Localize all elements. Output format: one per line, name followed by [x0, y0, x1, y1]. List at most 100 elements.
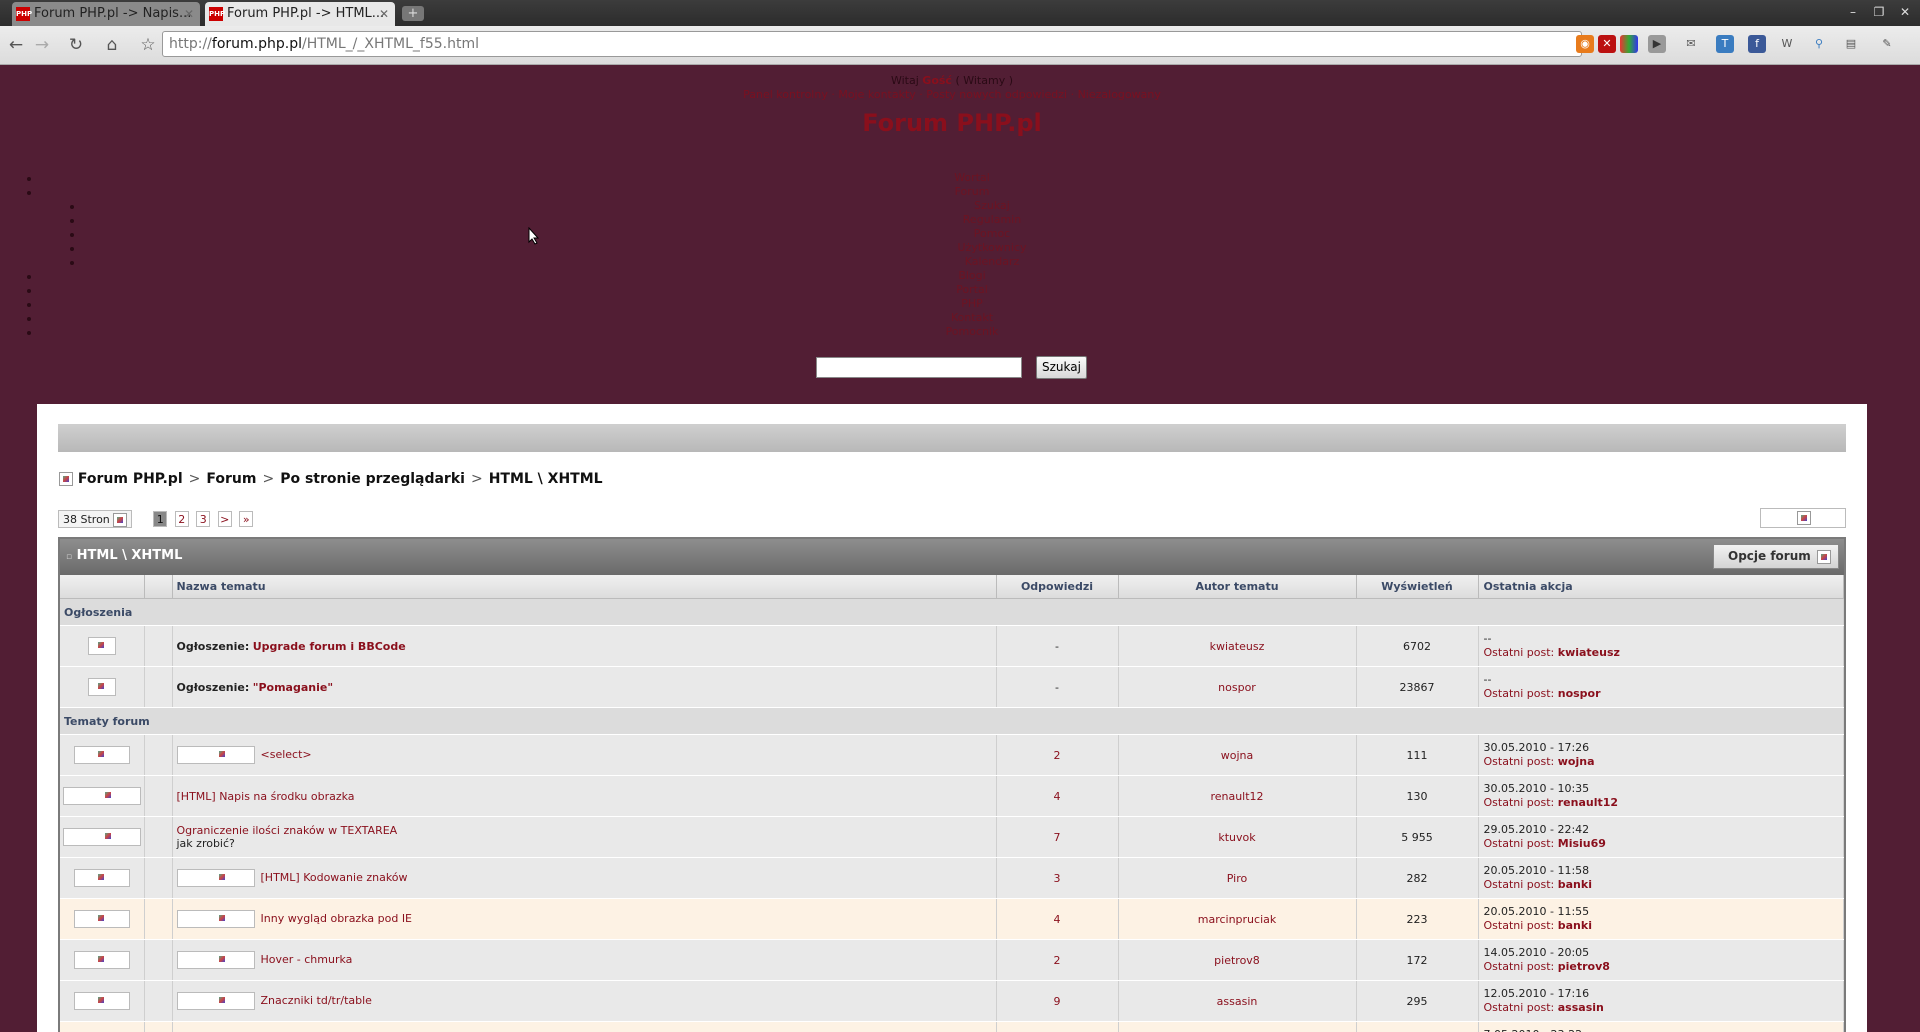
reload-icon[interactable]: ↻	[64, 33, 88, 57]
topic-title-link[interactable]: [HTML] Napis na środku obrazka	[177, 790, 355, 803]
forward-icon[interactable]: →	[30, 33, 54, 57]
menu-item-11[interactable]: Pomocnik	[872, 325, 1072, 338]
last-post-user[interactable]: nospor	[1558, 687, 1601, 700]
page-scrollbar[interactable]	[1904, 65, 1920, 1032]
breadcrumb-item-category[interactable]: Po stronie przeglądarki	[280, 471, 465, 487]
last-post-user[interactable]: wojna	[1558, 755, 1595, 768]
welcome-suffix[interactable]: ( Witamy )	[955, 74, 1013, 87]
col-topic-name[interactable]: Nazwa tematu	[172, 575, 997, 599]
menu-item-2[interactable]: Szukaj	[892, 199, 1092, 212]
replies-count[interactable]: 4	[1054, 790, 1061, 803]
last-post-user[interactable]: Misiu69	[1558, 837, 1606, 850]
replies-count[interactable]: 2	[1054, 749, 1061, 762]
close-icon[interactable]: ✕	[184, 2, 194, 26]
author-link[interactable]: wojna	[1221, 749, 1254, 762]
topic-title-link[interactable]: [HTML] Kodowanie znaków	[261, 871, 408, 884]
home-icon[interactable]: ⌂	[100, 33, 124, 57]
browser-tab-1[interactable]: PHP Forum PHP.pl -> Napis... ✕	[12, 2, 200, 26]
mail-icon[interactable]: ✉	[1682, 35, 1700, 53]
menu-item-4[interactable]: Pomoc	[892, 227, 1092, 240]
col-views[interactable]: Wyświetleń	[1356, 575, 1479, 599]
user-links[interactable]: Panel kontrolny · Moje kontakty · Posty …	[0, 88, 1904, 101]
author-link[interactable]: marcinpruciak	[1198, 913, 1277, 926]
last-post-label[interactable]: Ostatni post:	[1484, 1001, 1555, 1014]
new-topic-button[interactable]	[1760, 508, 1846, 528]
topic-title-link[interactable]: Inny wygląd obrazka pod IE	[261, 912, 413, 925]
last-post-label[interactable]: Ostatni post:	[1484, 796, 1555, 809]
last-post-user[interactable]: banki	[1558, 878, 1592, 891]
menu-item-1[interactable]: Forum	[872, 185, 1072, 198]
menu-item-10[interactable]: Kontakt	[872, 311, 1072, 324]
new-tab-button[interactable]: +	[402, 6, 424, 21]
topic-title-link[interactable]: Ograniczenie ilości znaków w TEXTAREA	[177, 824, 398, 837]
menu-item-6[interactable]: Kalendarz	[892, 255, 1092, 268]
replies-count[interactable]: 4	[1054, 913, 1061, 926]
last-post-label[interactable]: Ostatni post:	[1484, 687, 1555, 700]
address-bar[interactable]: http://forum.php.pl/HTML_/_XHTML_f55.htm…	[162, 31, 1582, 57]
author-link[interactable]: kwiateusz	[1210, 640, 1265, 653]
breadcrumb-item-forum[interactable]: Forum	[206, 471, 256, 487]
site-title[interactable]: Forum PHP.pl	[0, 109, 1904, 137]
replies-count[interactable]: 2	[1054, 954, 1061, 967]
menu-item-9[interactable]: PHP	[872, 297, 1072, 310]
wrench-icon[interactable]: ✎	[1878, 35, 1896, 53]
author-link[interactable]: ktuvok	[1218, 831, 1255, 844]
col-last-action[interactable]: Ostatnia akcja	[1478, 575, 1844, 599]
zoom-icon[interactable]: ⚲	[1810, 35, 1828, 53]
last-post-label[interactable]: Ostatni post:	[1484, 960, 1555, 973]
extension-icon[interactable]: W	[1778, 35, 1796, 53]
browser-tab-2[interactable]: PHP Forum PHP.pl -> HTML... ✕	[205, 2, 395, 26]
menu-item-0[interactable]: Wortal	[872, 171, 1072, 184]
page-menu-icon[interactable]: ▤	[1842, 35, 1860, 53]
search-input[interactable]	[816, 357, 1022, 378]
close-window-icon[interactable]: ✕	[1896, 4, 1914, 20]
last-post-user[interactable]: pietrov8	[1558, 960, 1610, 973]
breadcrumb-item-current[interactable]: HTML \ XHTML	[489, 471, 603, 487]
menu-item-8[interactable]: Portal	[872, 283, 1072, 296]
last-post-label[interactable]: Ostatni post:	[1484, 878, 1555, 891]
last-page-link[interactable]: »	[239, 511, 254, 527]
topic-title-link[interactable]: Hover - chmurka	[261, 953, 353, 966]
welcome-user[interactable]: Gość	[922, 74, 952, 87]
author-link[interactable]: pietrov8	[1214, 954, 1260, 967]
page-2-link[interactable]: 2	[174, 511, 189, 527]
page-1-link[interactable]: 1	[153, 511, 168, 527]
next-page-link[interactable]: >	[217, 511, 232, 527]
col-replies[interactable]: Odpowiedzi	[996, 575, 1119, 599]
author-link[interactable]: renault12	[1210, 790, 1263, 803]
menu-item-5[interactable]: Użytkownicy	[892, 241, 1092, 254]
replies-count[interactable]: 7	[1054, 831, 1061, 844]
last-post-user[interactable]: assasin	[1558, 1001, 1604, 1014]
minimize-icon[interactable]: –	[1844, 4, 1862, 20]
author-link[interactable]: Piro	[1227, 872, 1247, 885]
replies-count[interactable]: 3	[1054, 872, 1061, 885]
last-post-label[interactable]: Ostatni post:	[1484, 646, 1555, 659]
topic-title-link[interactable]: <select>	[261, 748, 312, 761]
page-3-link[interactable]: 3	[196, 511, 211, 527]
back-icon[interactable]: ←	[4, 33, 28, 57]
search-button[interactable]: Szukaj	[1036, 356, 1087, 379]
announcement-title[interactable]: "Pomaganie"	[253, 681, 333, 694]
translate-icon[interactable]: T	[1716, 35, 1734, 53]
last-post-label[interactable]: Ostatni post:	[1484, 755, 1555, 768]
last-post-user[interactable]: kwiateusz	[1558, 646, 1620, 659]
author-link[interactable]: nospor	[1218, 681, 1256, 694]
forum-options-button[interactable]: Opcje forum	[1713, 544, 1839, 569]
play-icon[interactable]: ▶	[1648, 35, 1666, 53]
page-count[interactable]: 38 Stron	[58, 510, 133, 528]
topic-title-link[interactable]: Znaczniki td/tr/table	[261, 994, 372, 1007]
breadcrumb-item-home[interactable]: Forum PHP.pl	[78, 471, 183, 487]
last-post-user[interactable]: banki	[1558, 919, 1592, 932]
announcement-title[interactable]: Upgrade forum i BBCode	[253, 640, 406, 653]
replies-count[interactable]: 9	[1054, 995, 1061, 1008]
menu-item-3[interactable]: Regulamin	[892, 213, 1092, 226]
adblock-icon[interactable]: ✕	[1598, 35, 1616, 53]
color-picker-icon[interactable]	[1620, 35, 1638, 53]
restore-icon[interactable]: ❐	[1870, 4, 1888, 20]
menu-item-7[interactable]: Blogi	[872, 269, 1072, 282]
author-link[interactable]: assasin	[1217, 995, 1258, 1008]
rss-icon[interactable]: ◉	[1576, 35, 1594, 53]
last-post-label[interactable]: Ostatni post:	[1484, 837, 1555, 850]
col-author[interactable]: Autor tematu	[1118, 575, 1357, 599]
last-post-label[interactable]: Ostatni post:	[1484, 919, 1555, 932]
